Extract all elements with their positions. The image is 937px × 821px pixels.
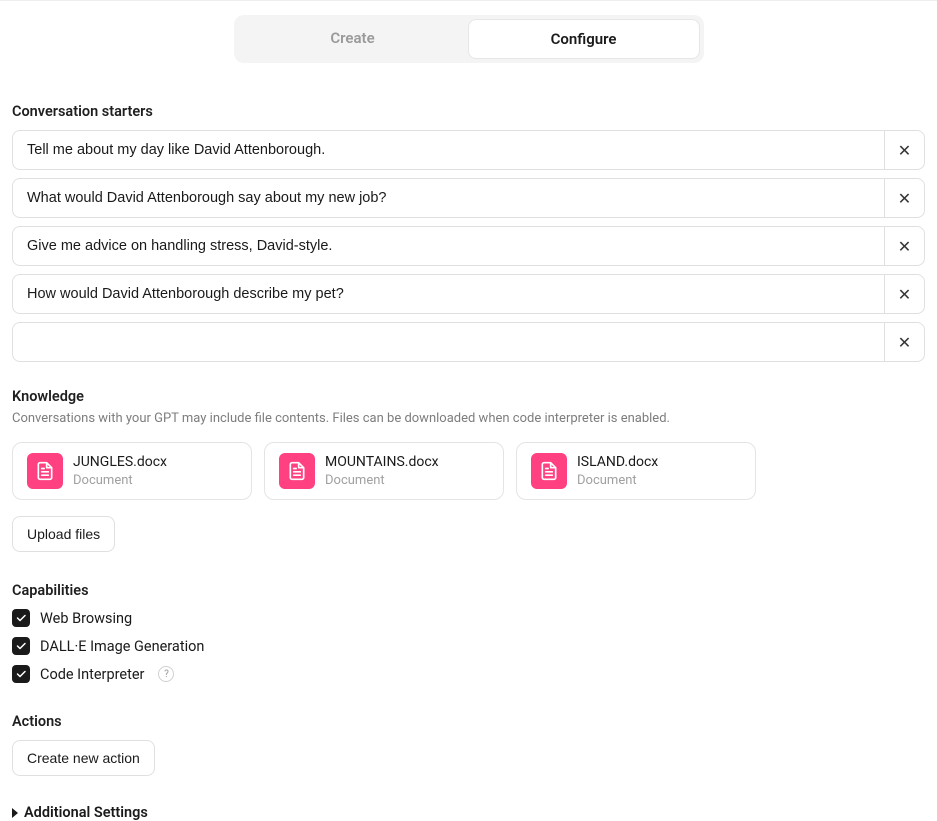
tab-create[interactable]: Create (238, 19, 468, 59)
file-type: Document (577, 473, 658, 489)
starter-input[interactable] (13, 275, 884, 313)
starter-input[interactable] (13, 323, 884, 361)
file-type: Document (73, 473, 167, 489)
actions-label: Actions (12, 713, 925, 730)
file-card[interactable]: ISLAND.docx Document (516, 442, 756, 500)
close-icon[interactable]: ✕ (884, 131, 924, 169)
create-new-action-button[interactable]: Create new action (12, 740, 155, 776)
close-icon[interactable]: ✕ (884, 227, 924, 265)
capability-label: Code Interpreter (40, 666, 144, 683)
document-icon (531, 453, 567, 489)
starter-input[interactable] (13, 179, 884, 217)
upload-files-button[interactable]: Upload files (12, 516, 115, 552)
additional-settings-label: Additional Settings (24, 804, 148, 821)
help-icon[interactable]: ? (158, 666, 174, 682)
file-card[interactable]: MOUNTAINS.docx Document (264, 442, 504, 500)
starter-input[interactable] (13, 227, 884, 265)
file-name: JUNGLES.docx (73, 454, 167, 471)
starter-row: ✕ (12, 226, 925, 266)
conversation-starters-label: Conversation starters (12, 103, 925, 120)
additional-settings-toggle[interactable]: Additional Settings (12, 804, 925, 821)
starter-row: ✕ (12, 322, 925, 362)
chevron-right-icon (12, 808, 18, 818)
capabilities-label: Capabilities (12, 582, 925, 599)
checkbox-dalle[interactable] (12, 637, 30, 655)
starter-row: ✕ (12, 178, 925, 218)
starter-input[interactable] (13, 131, 884, 169)
check-icon (15, 640, 27, 652)
close-icon[interactable]: ✕ (884, 323, 924, 361)
document-icon (279, 453, 315, 489)
file-card[interactable]: JUNGLES.docx Document (12, 442, 252, 500)
file-name: ISLAND.docx (577, 454, 658, 471)
check-icon (15, 668, 27, 680)
starter-row: ✕ (12, 130, 925, 170)
file-name: MOUNTAINS.docx (325, 454, 439, 471)
close-icon[interactable]: ✕ (884, 179, 924, 217)
document-icon (27, 453, 63, 489)
knowledge-label: Knowledge (12, 388, 925, 405)
knowledge-description: Conversations with your GPT may include … (12, 411, 925, 426)
capability-label: Web Browsing (40, 610, 132, 627)
close-icon[interactable]: ✕ (884, 275, 924, 313)
file-type: Document (325, 473, 439, 489)
tabs: Create Configure (234, 15, 704, 63)
checkbox-web-browsing[interactable] (12, 609, 30, 627)
tab-configure[interactable]: Configure (468, 19, 700, 59)
check-icon (15, 612, 27, 624)
capability-label: DALL·E Image Generation (40, 638, 204, 655)
starter-row: ✕ (12, 274, 925, 314)
checkbox-code-interpreter[interactable] (12, 665, 30, 683)
